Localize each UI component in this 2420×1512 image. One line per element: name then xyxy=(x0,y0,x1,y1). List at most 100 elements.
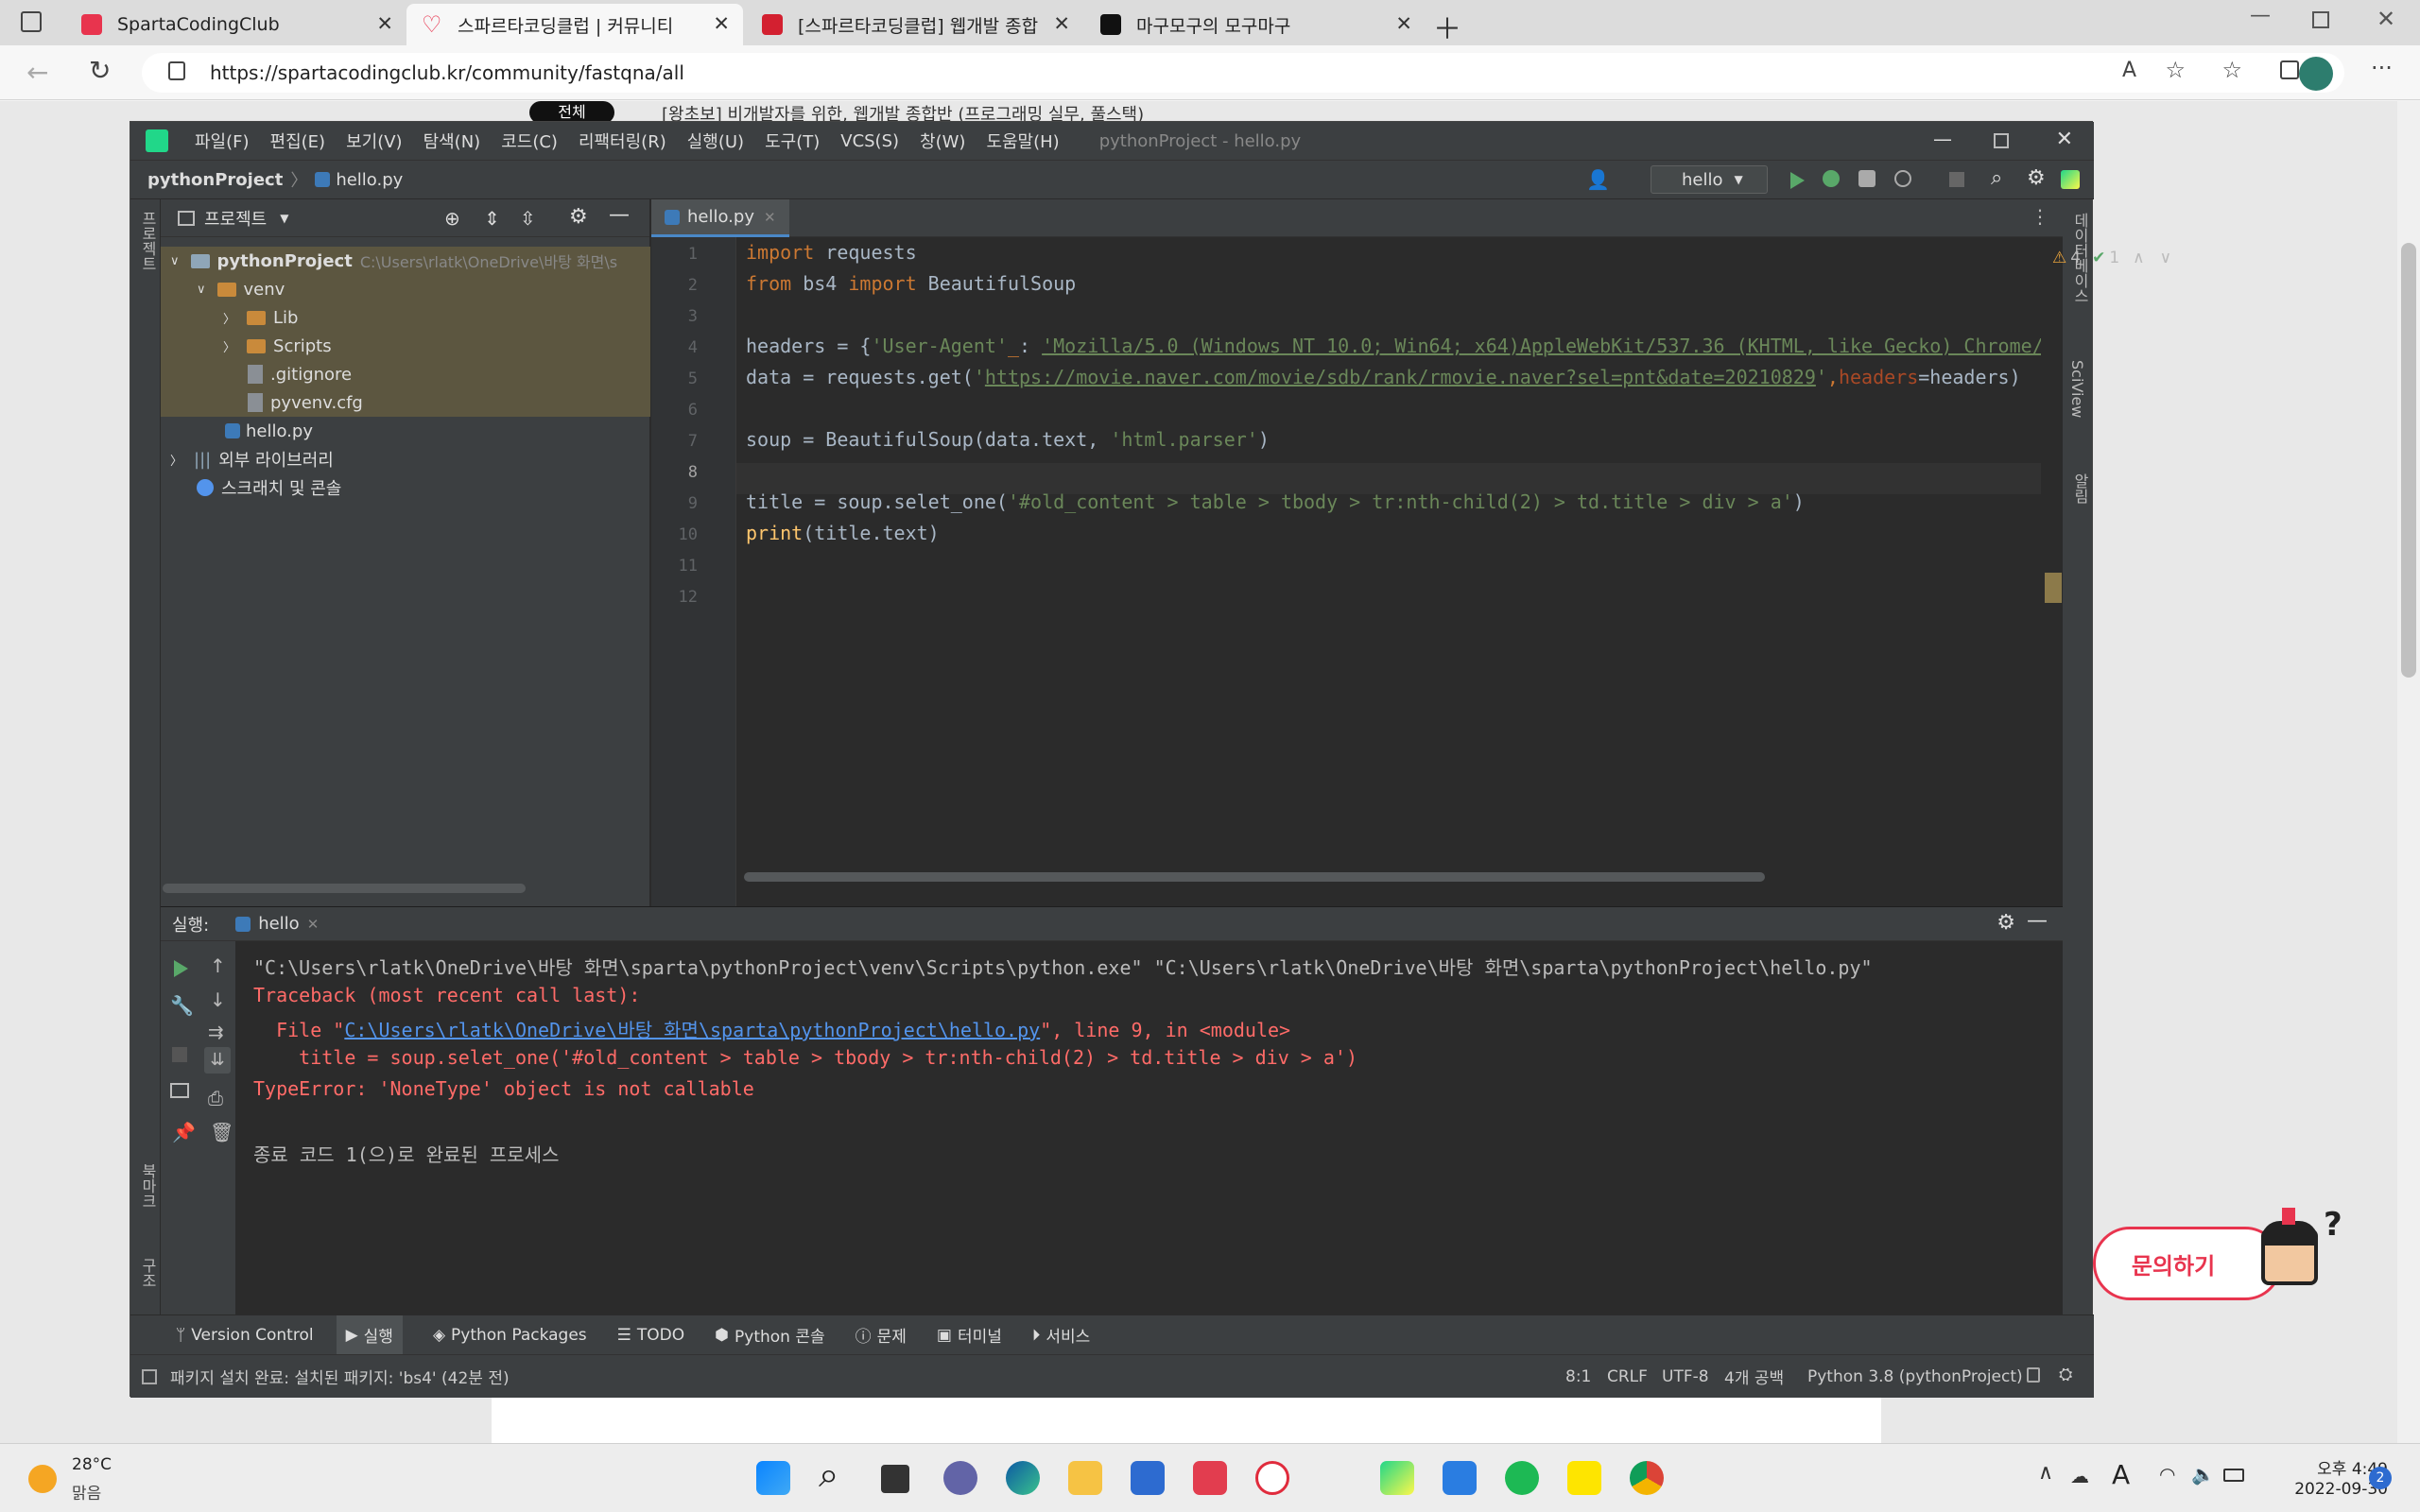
tab-todo[interactable]: ☰ TODO xyxy=(617,1326,685,1345)
profile-avatar[interactable] xyxy=(2299,57,2333,91)
run-icon[interactable] xyxy=(1790,172,1805,189)
page-scrollbar[interactable] xyxy=(2397,101,2420,1443)
edge-browser-icon[interactable] xyxy=(1006,1461,1040,1495)
tab-version-control[interactable]: ᛘ Version Control xyxy=(176,1326,314,1345)
sciview-tool-tab[interactable]: SciView xyxy=(2068,360,2086,418)
task-view-icon[interactable] xyxy=(881,1465,909,1493)
tab-services[interactable]: ⏵ 서비스 xyxy=(1032,1323,1090,1348)
console-output[interactable]: "C:\Users\rlatk\OneDrive\바탕 화면\sparta\py… xyxy=(161,941,2063,1315)
notification-icon[interactable]: ⛭ xyxy=(2059,1365,2072,1384)
store-icon[interactable] xyxy=(1131,1461,1165,1495)
weather-desc[interactable]: 맑음 xyxy=(72,1480,101,1503)
project-tool-tab[interactable]: 프로젝트 xyxy=(136,211,159,271)
status-message[interactable]: 패키지 설치 완료: 설치된 패키지: 'bs4' (42분 전) xyxy=(170,1365,510,1388)
ide-minimize-icon[interactable]: — xyxy=(1933,128,1952,150)
chevron-right-icon[interactable]: 〉 xyxy=(170,451,182,469)
tree-item-external-libs[interactable]: 〉 ||| 외부 라이브러리 xyxy=(161,445,650,473)
tab-actions-icon[interactable] xyxy=(21,11,42,32)
tree-item-pyvenv[interactable]: pyvenv.cfg xyxy=(161,388,650,417)
back-icon[interactable]: ← xyxy=(26,57,48,88)
snip-app-icon[interactable] xyxy=(1443,1461,1477,1495)
hide-panel-icon[interactable]: — xyxy=(2027,909,2048,933)
structure-tool-tab[interactable]: 구조 xyxy=(136,1258,159,1288)
close-icon[interactable]: ✕ xyxy=(764,209,776,226)
stop-icon[interactable] xyxy=(1949,172,1964,187)
code-area[interactable]: import requests from bs4 import Beautifu… xyxy=(651,237,2041,842)
menu-tools[interactable]: 도구(T) xyxy=(765,129,820,153)
chevron-down-icon[interactable]: ∨ xyxy=(197,283,206,297)
url-field[interactable]: https://spartacodingclub.kr/community/fa… xyxy=(142,53,2344,93)
notification-badge[interactable]: 2 xyxy=(2369,1467,2392,1489)
file-encoding[interactable]: UTF-8 xyxy=(1662,1367,1709,1386)
collections-icon[interactable] xyxy=(2280,60,2299,79)
tab-python-console[interactable]: ⬢ Python 콘솔 xyxy=(715,1323,824,1348)
sun-icon[interactable] xyxy=(28,1465,57,1493)
run-tab[interactable]: hello ✕ xyxy=(235,914,319,934)
kakaotalk-icon[interactable] xyxy=(1567,1461,1601,1495)
ime-indicator[interactable]: A xyxy=(2112,1459,2130,1490)
profile-icon[interactable] xyxy=(1894,170,1911,187)
ide-close-icon[interactable]: ✕ xyxy=(2056,128,2073,151)
close-icon[interactable]: ✕ xyxy=(713,12,730,35)
close-icon[interactable]: ✕ xyxy=(376,12,393,35)
maximize-icon[interactable] xyxy=(2312,11,2329,28)
tray-chevron-up-icon[interactable]: ∧ xyxy=(2038,1461,2053,1485)
tree-item-venv[interactable]: ∨ venv xyxy=(161,275,650,303)
indent-setting[interactable]: 4개 공백 xyxy=(1724,1365,1784,1388)
browser-tab[interactable]: SpartaCodingClub ✕ xyxy=(66,4,406,45)
chrome-icon[interactable] xyxy=(1630,1461,1664,1495)
chevron-down-icon[interactable]: ∨ xyxy=(170,254,180,268)
chevron-down-icon[interactable]: ▼ xyxy=(280,212,288,225)
tree-item-gitignore[interactable]: .gitignore xyxy=(161,360,650,388)
onedrive-icon[interactable]: ☁ xyxy=(2070,1465,2089,1487)
close-icon[interactable]: ✕ xyxy=(307,916,320,933)
chevron-right-icon[interactable]: 〉 xyxy=(223,309,235,327)
file-explorer-icon[interactable] xyxy=(1068,1461,1102,1495)
menu-vcs[interactable]: VCS(S) xyxy=(840,131,899,151)
tb-file-link[interactable]: C:\Users\rlatk\OneDrive\바탕 화면\sparta\pyt… xyxy=(344,1019,1040,1041)
battery-icon[interactable] xyxy=(2223,1469,2244,1482)
tab-python-packages[interactable]: ◈ Python Packages xyxy=(433,1326,587,1345)
editor-tab-hello[interactable]: hello.py ✕ xyxy=(651,199,789,237)
locate-icon[interactable]: ⊕ xyxy=(444,207,460,230)
gear-icon[interactable]: ⚙ xyxy=(1996,911,2015,935)
menu-window[interactable]: 창(W) xyxy=(920,129,965,153)
gear-icon[interactable]: ⚙ xyxy=(2027,166,2046,190)
line-endings[interactable]: CRLF xyxy=(1607,1367,1648,1386)
tree-item-project-root[interactable]: ∨ pythonProject C:\Users\rlatk\OneDrive\… xyxy=(161,247,650,275)
project-hscrollbar[interactable] xyxy=(163,884,526,893)
browser-tab[interactable]: 마구모구의 모구마구 ✕ xyxy=(1085,4,1426,45)
menu-file[interactable]: 파일(F) xyxy=(195,129,250,153)
menu-run[interactable]: 실행(U) xyxy=(687,129,744,153)
mascot-icon[interactable]: ? xyxy=(2248,1206,2342,1304)
tab-problems[interactable]: ⓘ 문제 xyxy=(856,1323,907,1347)
pycharm-taskbar-icon[interactable] xyxy=(1380,1461,1414,1495)
lock-icon[interactable] xyxy=(2027,1367,2040,1383)
jetbrains-icon[interactable] xyxy=(2061,170,2080,189)
expand-all-icon[interactable]: ⇕ xyxy=(484,207,500,230)
caret-position[interactable]: 8:1 xyxy=(1565,1367,1591,1386)
menu-code[interactable]: 코드(C) xyxy=(501,129,558,153)
close-icon[interactable]: ✕ xyxy=(1395,12,1412,35)
tab-terminal[interactable]: ▣ 터미널 xyxy=(937,1323,1002,1348)
menu-help[interactable]: 도움말(H) xyxy=(986,129,1059,153)
page-scrollbar-thumb[interactable] xyxy=(2401,243,2416,678)
chat-app-icon[interactable] xyxy=(943,1461,977,1495)
menu-refactor[interactable]: 리팩터링(R) xyxy=(579,129,666,153)
debug-icon[interactable] xyxy=(1823,170,1840,187)
breadcrumb-project[interactable]: pythonProject xyxy=(147,170,283,190)
favorite-star-icon[interactable]: ☆ xyxy=(2165,57,2186,83)
menu-view[interactable]: 보기(V) xyxy=(346,129,402,153)
read-aloud-icon[interactable]: A xyxy=(2122,59,2136,82)
gear-icon[interactable]: ⚙ xyxy=(569,205,588,229)
new-tab-icon[interactable]: ＋ xyxy=(1433,6,1461,47)
tree-item-scratches[interactable]: 스크래치 및 콘솔 xyxy=(161,473,650,502)
ide-maximize-icon[interactable] xyxy=(1994,133,2009,148)
refresh-icon[interactable]: ↻ xyxy=(89,55,111,86)
spotify-icon[interactable] xyxy=(1505,1461,1539,1495)
wifi-icon[interactable]: ◠ xyxy=(2159,1463,2175,1486)
favorites-icon[interactable]: ☆ xyxy=(2221,57,2242,83)
prev-highlight-icon[interactable]: ∧ xyxy=(2133,249,2144,267)
collapse-all-icon[interactable]: ⇳ xyxy=(520,207,536,230)
run-config-select[interactable]: hello ▼ xyxy=(1651,165,1768,194)
